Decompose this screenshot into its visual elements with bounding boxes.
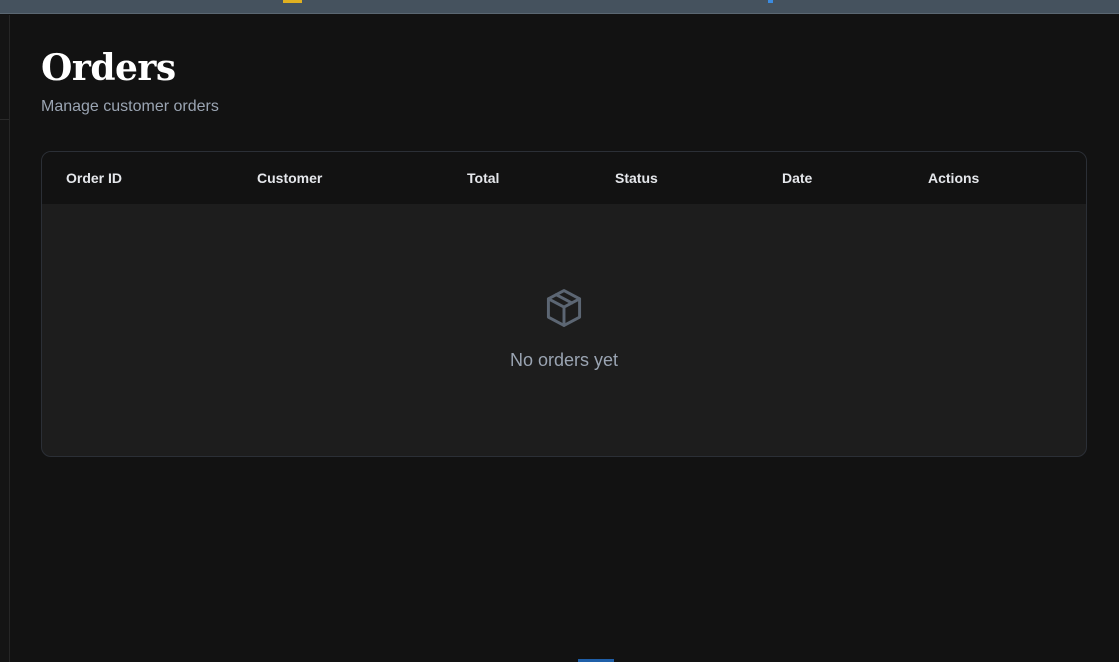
package-icon (546, 289, 582, 327)
column-header-order-id[interactable]: Order ID (66, 152, 122, 204)
page-subtitle: Manage customer orders (41, 98, 219, 115)
orders-table: Order ID Customer Total Status Date Acti… (41, 151, 1087, 457)
column-header-customer[interactable]: Customer (257, 152, 322, 204)
top-strip-marker (768, 0, 773, 3)
browser-top-strip (0, 0, 1119, 14)
column-header-actions: Actions (928, 170, 980, 186)
page-title: Orders (41, 47, 176, 89)
top-strip-marker (283, 0, 302, 3)
empty-state-message: No orders yet (509, 350, 619, 370)
table-header-row: Order ID Customer Total Status Date Acti… (42, 152, 1086, 204)
main-content: Orders Manage customer orders Order ID C… (41, 15, 1087, 457)
column-header-total[interactable]: Total (467, 152, 499, 204)
column-header-status[interactable]: Status (615, 152, 658, 204)
column-header-date[interactable]: Date (782, 152, 812, 204)
empty-state: No orders yet (42, 204, 1086, 456)
left-sidebar-rail (0, 15, 10, 662)
sidebar-divider (0, 119, 9, 120)
